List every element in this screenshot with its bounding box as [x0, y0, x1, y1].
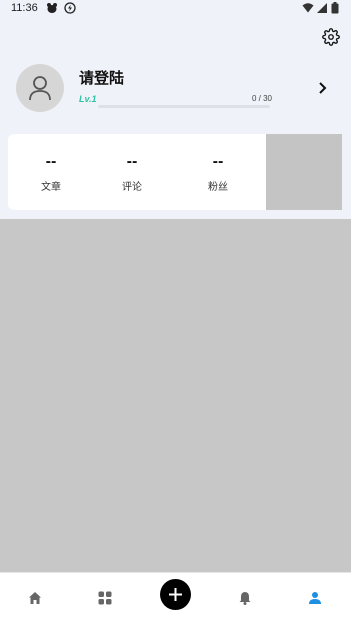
nav-discover[interactable]	[70, 573, 140, 622]
signal-icon	[316, 2, 328, 14]
nav-home[interactable]	[0, 573, 70, 622]
exp-counter: 0 / 30	[251, 94, 272, 103]
status-time: 11:36	[11, 2, 38, 14]
nav-profile[interactable]	[280, 573, 350, 622]
stats-placeholder	[266, 134, 342, 210]
exp-progress-bar	[98, 105, 270, 108]
status-bar: 11:36	[0, 0, 351, 18]
charging-icon	[64, 2, 76, 14]
stat-label: 评论	[122, 182, 142, 193]
user-icon	[309, 592, 321, 604]
user-placeholder-icon	[29, 76, 51, 101]
plus-icon	[169, 588, 182, 601]
grid-icon	[98, 591, 112, 605]
gear-icon	[322, 28, 340, 46]
stat-value: --	[45, 155, 57, 170]
stat-label: 文章	[41, 182, 61, 193]
settings-button[interactable]	[322, 28, 340, 46]
home-icon	[29, 592, 41, 604]
bell-icon	[239, 592, 251, 605]
user-level: Lv.1	[79, 94, 97, 104]
stat-followers[interactable]: -- 粉丝	[175, 134, 261, 210]
stat-comments[interactable]: -- 评论	[89, 134, 175, 210]
stats-card: -- 文章 -- 评论 -- 粉丝	[8, 134, 266, 210]
profile-chevron-right-icon[interactable]	[317, 80, 329, 94]
stat-value: --	[126, 155, 138, 170]
stat-label: 粉丝	[208, 182, 228, 193]
profile-header: 11:36 请登陆 Lv.1 0 / 30 -- 文章 -- 评论 -- 粉丝	[0, 0, 351, 219]
stat-value: --	[212, 155, 224, 170]
battery-icon	[331, 2, 343, 14]
avatar[interactable]	[16, 64, 64, 112]
create-post-button[interactable]	[160, 579, 191, 610]
login-prompt[interactable]: 请登陆	[79, 67, 124, 88]
bear-icon	[46, 2, 58, 14]
stat-articles[interactable]: -- 文章	[8, 134, 94, 210]
nav-notifications[interactable]	[210, 573, 280, 622]
wifi-icon	[302, 2, 314, 14]
